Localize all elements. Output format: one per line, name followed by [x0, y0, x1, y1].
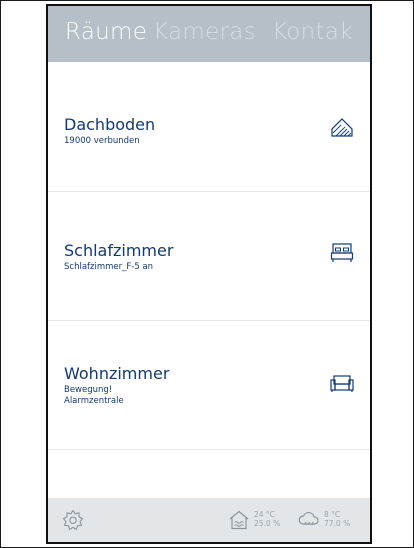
- gear-icon[interactable]: [62, 509, 84, 531]
- room-status: Alarmzentrale: [64, 396, 124, 406]
- tab-cameras[interactable]: Kameras: [153, 19, 256, 45]
- bed-icon: [330, 243, 354, 262]
- room-item-schlafzimmer[interactable]: Schlafzimmer Schlafzimmer_F-5 an: [48, 192, 370, 321]
- indoor-temperature: 24 °C: [254, 510, 275, 519]
- tab-bar: Räume Kameras Kontak: [48, 6, 370, 62]
- attic-icon: [331, 118, 353, 137]
- status-bar: 24 °C 25.0 % 8 °C 77.0 %: [48, 498, 370, 542]
- outdoor-temperature: 8 °C: [324, 510, 341, 519]
- room-name: Dachboden: [64, 115, 156, 134]
- tab-rooms[interactable]: Räume: [65, 19, 147, 45]
- room-status: Schlafzimmer_F-5 an: [64, 262, 154, 272]
- room-name: Schlafzimmer: [64, 241, 174, 260]
- tab-contacts[interactable]: Kontak: [272, 19, 353, 45]
- room-status: Bewegung!: [64, 385, 113, 395]
- house-heat-icon: [229, 510, 249, 530]
- room-name: Wohnzimmer: [64, 364, 170, 383]
- cloud-rain-icon: [298, 511, 319, 526]
- sofa-icon: [330, 375, 354, 392]
- room-item-dachboden[interactable]: Dachboden 19000 verbunden: [48, 63, 370, 192]
- app-screen: Räume Kameras Kontak Dachboden 19000 ver…: [46, 4, 372, 544]
- room-item-wohnzimmer[interactable]: Wohnzimmer Bewegung! Alarmzentrale: [48, 321, 370, 450]
- indoor-humidity: 25.0 %: [254, 519, 281, 528]
- room-status: 19000 verbunden: [64, 136, 140, 146]
- outdoor-humidity: 77.0 %: [324, 519, 351, 528]
